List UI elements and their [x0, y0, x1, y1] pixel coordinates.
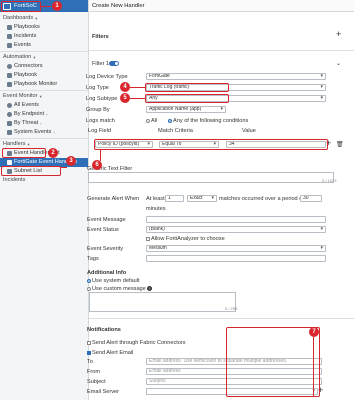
- monitor-icon: [7, 82, 12, 87]
- event-status-label: Event Status: [87, 227, 119, 233]
- endpoint-icon: [7, 112, 12, 117]
- from-label: From: [87, 369, 101, 375]
- delete-condition-icon[interactable]: 🗑: [336, 141, 344, 148]
- sidebar-section-event-monitor[interactable]: Event Monitor ▾: [0, 92, 88, 101]
- incident-icon: [7, 34, 12, 39]
- send-fabric-checkbox[interactable]: Send Alert through Fabric Connectors: [87, 340, 186, 346]
- sidebar-item-playbooks[interactable]: Playbooks: [0, 23, 88, 32]
- playbook-icon: [7, 73, 12, 78]
- period-input[interactable]: 30: [300, 195, 322, 202]
- send-email-checkbox[interactable]: Send Alert Email: [87, 350, 133, 356]
- chevron-right-icon: ›: [46, 112, 48, 117]
- allow-fortianalyzer-checkbox[interactable]: Allow FortiAnalyzer to choose: [146, 236, 225, 242]
- events-icon: [7, 43, 12, 48]
- chevron-down-icon: ▾: [39, 94, 42, 99]
- col-match-criteria: Match Criteria: [158, 128, 193, 134]
- highlight-brand: [1, 1, 41, 12]
- matches-text: matches occurred over a period of: [219, 196, 304, 202]
- generic-text-filter-textarea[interactable]: [88, 172, 334, 183]
- logs-match-label: Logs match: [86, 118, 115, 124]
- at-least-label: At least: [146, 196, 165, 202]
- all-events-icon: [7, 103, 12, 108]
- filters-label: Filters: [92, 34, 109, 40]
- highlight-log-subtype: [145, 94, 229, 103]
- match-mode-select[interactable]: Exact: [187, 195, 217, 202]
- sidebar-item-incidents[interactable]: Incidents: [0, 32, 88, 41]
- chevron-down-icon: ▾: [33, 55, 36, 60]
- tags-label: Tags: [87, 256, 99, 262]
- event-status-select[interactable]: (Blank): [146, 226, 326, 233]
- annotation-badge-3: 3: [66, 156, 76, 166]
- additional-info-label: Additional Info: [87, 270, 127, 276]
- event-message-label: Event Message: [87, 217, 126, 223]
- sidebar-section-dashboards[interactable]: Dashboards ▾: [0, 14, 88, 23]
- log-device-type-select[interactable]: FortiGate: [146, 73, 326, 80]
- panel-title: Create New Handler: [89, 0, 354, 12]
- sidebar: FortiSoC Dashboards ▾ Playbooks Incidents…: [0, 0, 89, 400]
- filter1-toggle[interactable]: [109, 61, 119, 66]
- event-message-input[interactable]: [146, 216, 326, 223]
- email-server-label: Email Server: [87, 389, 120, 395]
- group-by-select[interactable]: Application Name (app): [146, 106, 226, 113]
- use-system-default-radio[interactable]: Use system default: [87, 278, 140, 284]
- log-type-label: Log Type: [86, 85, 109, 91]
- playbook-icon: [7, 25, 12, 30]
- minutes-text: minutes: [146, 206, 166, 212]
- to-label: To: [87, 359, 93, 365]
- subject-label: Subject: [87, 379, 106, 385]
- filter1-label: Filter 1: [92, 61, 110, 67]
- system-events-icon: [7, 130, 12, 135]
- sidebar-item-system-events[interactable]: System Events ›: [0, 128, 88, 137]
- generate-alert-label: Generate Alert When: [87, 196, 140, 202]
- annotation-badge-4: 4: [120, 82, 130, 92]
- sidebar-item-by-endpoint[interactable]: By Endpoint ›: [0, 110, 88, 119]
- chevron-right-icon: ›: [40, 121, 42, 126]
- highlight-notifications: [226, 327, 320, 397]
- highlight-handlers: [2, 148, 46, 158]
- sidebar-item-by-threat[interactable]: By Threat ›: [0, 119, 88, 128]
- event-severity-label: Event Severity: [87, 246, 124, 252]
- annotation-badge-5: 5: [120, 93, 130, 103]
- at-least-input[interactable]: 1: [165, 195, 184, 202]
- highlight-log-type: [145, 83, 229, 92]
- sidebar-section-automation[interactable]: Automation ▾: [0, 53, 88, 62]
- help-icon[interactable]: ?: [146, 286, 152, 291]
- fortigate-icon: [7, 160, 12, 165]
- col-value: Value: [242, 128, 256, 134]
- log-subtype-label: Log Subtype: [86, 96, 118, 102]
- generic-text-counter: 0 / 1023: [322, 178, 337, 183]
- sidebar-item-all-events[interactable]: All Events: [0, 101, 88, 110]
- notifications-label: Notifications: [87, 327, 121, 333]
- group-by-label: Group By: [86, 107, 110, 113]
- custom-message-counter: 0 / 255: [225, 306, 238, 311]
- add-filter-icon[interactable]: +: [336, 30, 341, 39]
- highlight-fortigate-handlers: [1, 166, 61, 176]
- sidebar-section-incidents[interactable]: Incidents: [0, 176, 88, 185]
- annotation-badge-6: 6: [92, 160, 102, 170]
- chevron-down-icon: ▾: [35, 16, 38, 21]
- connector-icon: [7, 64, 12, 69]
- annotation-badge-1: 1: [52, 1, 62, 11]
- custom-message-textarea[interactable]: [89, 292, 236, 312]
- event-severity-select[interactable]: Medium: [146, 245, 326, 252]
- highlight-condition-row: [94, 139, 328, 150]
- logs-match-all-radio[interactable]: All: [146, 118, 157, 124]
- annotation-badge-7: 7: [309, 327, 319, 337]
- collapse-icon[interactable]: ⌄: [336, 60, 341, 67]
- threat-icon: [7, 121, 12, 126]
- tags-input[interactable]: [146, 255, 326, 262]
- annotation-badge-2: 2: [48, 148, 58, 158]
- col-log-field: Log Field: [88, 128, 112, 134]
- sidebar-item-playbook-monitor[interactable]: Playbook Monitor: [0, 80, 88, 89]
- sidebar-item-events[interactable]: Events: [0, 41, 88, 50]
- sidebar-item-playbook[interactable]: Playbook: [0, 71, 88, 80]
- log-device-type-label: Log Device Type: [86, 74, 128, 80]
- chevron-right-icon: ›: [53, 130, 55, 135]
- logs-match-any-radio[interactable]: Any of the following conditions: [168, 118, 248, 124]
- sidebar-item-connectors[interactable]: Connectors: [0, 62, 88, 71]
